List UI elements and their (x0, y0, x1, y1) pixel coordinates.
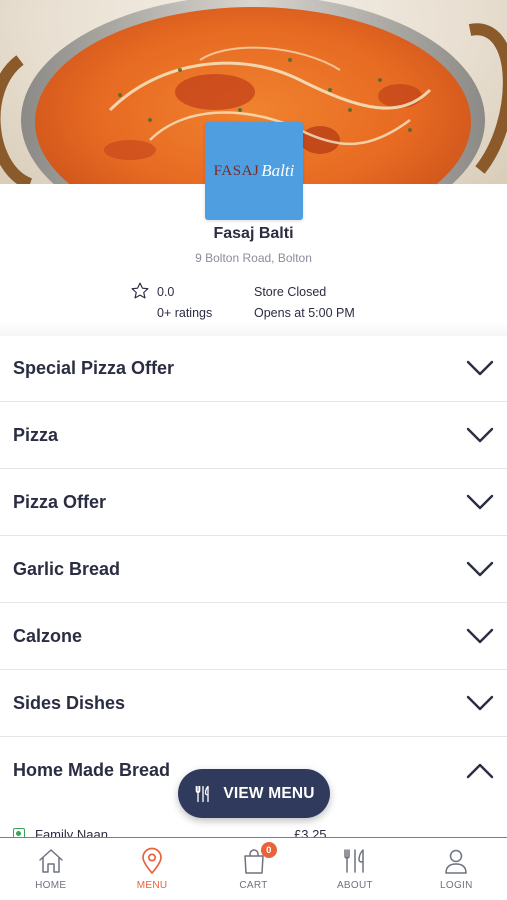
home-icon (38, 849, 63, 873)
store-opening-time: Opens at 5:00 PM (254, 306, 355, 320)
category-row[interactable]: Garlic Bread (0, 536, 507, 603)
category-list: Special Pizza Offer Pizza Pizza Offer Ga… (0, 335, 507, 804)
logo-text-secondary: Balti (261, 161, 295, 180)
category-label: Special Pizza Offer (13, 357, 175, 378)
category-label: Garlic Bread (13, 558, 121, 579)
category-row[interactable]: Pizza Offer (0, 469, 507, 536)
user-icon (445, 849, 468, 874)
cart-count-badge: 0 (260, 842, 277, 858)
nav-label: LOGIN (440, 880, 473, 891)
chevron-down-icon (466, 628, 494, 644)
category-row[interactable]: Calzone (0, 603, 507, 670)
nav-item-home[interactable]: HOME (0, 838, 101, 900)
store-name: Fasaj Balti (213, 225, 294, 242)
category-label: Home Made Bread (13, 760, 171, 780)
view-menu-label: VIEW MENU (223, 784, 315, 802)
chevron-down-icon (466, 695, 494, 711)
category-label: Pizza (13, 424, 59, 445)
nav-item-about[interactable]: ABOUT (304, 838, 405, 900)
category-label: Pizza Offer (13, 491, 107, 512)
nav-label: HOME (35, 880, 67, 891)
logo-text-primary: FASAJ (213, 162, 260, 179)
chevron-down-icon (466, 427, 494, 443)
map-pin-icon (142, 847, 162, 874)
category-row[interactable]: Pizza (0, 402, 507, 469)
store-logo: FASAJ Balti (205, 122, 303, 220)
nav-item-cart[interactable]: 0 CART (203, 838, 304, 900)
nav-item-login[interactable]: LOGIN (406, 838, 507, 900)
rating-count: 0+ ratings (157, 306, 213, 320)
category-row[interactable]: Special Pizza Offer (0, 335, 507, 402)
store-status: Store Closed (254, 285, 327, 299)
nav-label: MENU (136, 880, 168, 891)
chevron-down-icon (466, 561, 494, 577)
chevron-down-icon (466, 494, 494, 510)
star-icon (131, 282, 149, 299)
nav-item-menu[interactable]: MENU (101, 838, 202, 900)
category-label: Calzone (13, 625, 83, 646)
section-divider (0, 322, 507, 336)
store-address: 9 Bolton Road, Bolton (195, 251, 312, 265)
nav-label: ABOUT (336, 880, 373, 891)
chevron-up-icon (466, 763, 494, 778)
category-label: Sides Dishes (13, 692, 126, 713)
chevron-down-icon (466, 360, 494, 376)
rating-value: 0.0 (157, 285, 175, 299)
cutlery-icon (195, 785, 209, 802)
bottom-nav: HOME MENU 0 CART ABOUT LOGIN (0, 837, 507, 900)
cutlery-icon (344, 849, 364, 873)
view-menu-button[interactable]: VIEW MENU (178, 769, 330, 818)
nav-label: CART (239, 880, 268, 891)
category-row[interactable]: Sides Dishes (0, 670, 507, 737)
